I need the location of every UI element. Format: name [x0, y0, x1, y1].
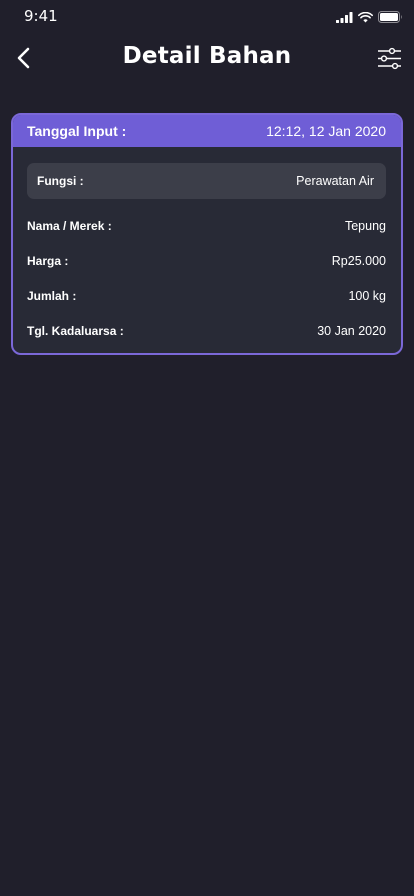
status-icons: [336, 10, 403, 24]
filter-button[interactable]: [376, 45, 402, 71]
fungsi-label: Fungsi :: [37, 174, 84, 188]
card-body: Fungsi : Perawatan Air Nama / Merek : Te…: [13, 147, 401, 348]
page-title: Detail Bahan: [122, 43, 292, 69]
input-date-label: Tanggal Input :: [27, 123, 127, 139]
header: Detail Bahan: [0, 34, 414, 84]
quantity-value: 100 kg: [348, 288, 386, 303]
fungsi-value: Perawatan Air: [296, 174, 374, 188]
expiry-row: Tgl. Kadaluarsa : 30 Jan 2020: [27, 313, 386, 348]
detail-card: Tanggal Input : 12:12, 12 Jan 2020 Fungs…: [11, 113, 403, 355]
battery-icon: [378, 11, 402, 23]
brand-value: Tepung: [344, 218, 386, 233]
brand-row: Nama / Merek : Tepung: [27, 208, 386, 243]
price-row: Harga : Rp25.000: [27, 243, 386, 278]
price-value: Rp25.000: [331, 253, 386, 268]
fungsi-field: Fungsi : Perawatan Air: [27, 163, 386, 199]
quantity-label: Jumlah :: [27, 288, 77, 303]
card-header: Tanggal Input : 12:12, 12 Jan 2020: [13, 115, 401, 147]
expiry-label: Tgl. Kadaluarsa :: [27, 323, 124, 338]
sliders-icon: [377, 47, 401, 69]
input-date-value: 12:12, 12 Jan 2020: [266, 123, 386, 139]
wifi-icon: [358, 11, 373, 22]
status-time: 9:41: [24, 7, 58, 25]
quantity-row: Jumlah : 100 kg: [27, 278, 386, 313]
expiry-value: 30 Jan 2020: [317, 323, 386, 338]
brand-label: Nama / Merek :: [27, 218, 112, 233]
price-label: Harga :: [27, 253, 69, 268]
status-bar: 9:41: [0, 0, 414, 34]
cellular-signal-icon: [336, 11, 353, 23]
